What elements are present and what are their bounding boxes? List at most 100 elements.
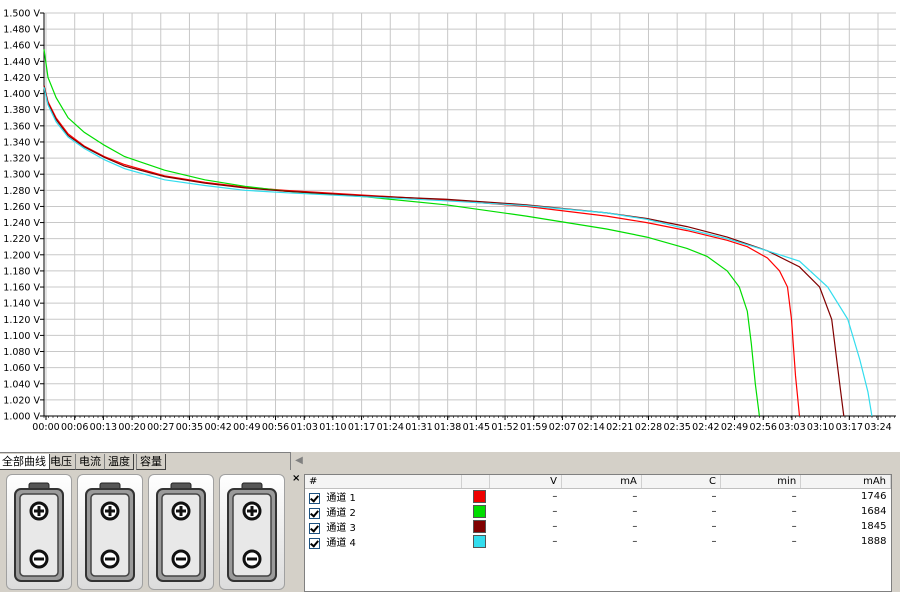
col-temp[interactable]: C — [641, 475, 722, 489]
channel-color-swatch — [472, 505, 486, 518]
channel-name: 通道 3 — [326, 523, 356, 534]
battery-tile-4[interactable] — [219, 474, 285, 590]
color-cell — [461, 489, 489, 505]
current-cell: – — [632, 536, 638, 547]
capacity-cell: 1845 — [861, 521, 887, 532]
x-tick-label: 02:14 — [577, 422, 604, 433]
capacity-cell: 1746 — [861, 491, 887, 502]
channel-cell[interactable]: 通道 2 — [305, 504, 461, 519]
x-tick-label: 00:13 — [90, 422, 117, 433]
bottom-panel: 全部曲线 电压 电流 温度 容量 ◀ × # V mA C min mAh 通道… — [0, 452, 900, 592]
tab-voltage[interactable]: 电压 — [46, 454, 76, 470]
curve-tabs: 全部曲线 电压 电流 温度 容量 — [0, 452, 290, 471]
y-tick-label: 1.240 V — [3, 218, 40, 229]
y-tick-label: 1.140 V — [3, 299, 40, 310]
col-voltage[interactable]: V — [489, 475, 562, 489]
channel-checkbox[interactable] — [309, 492, 320, 504]
y-tick-label: 1.220 V — [3, 234, 40, 245]
channel-name: 通道 4 — [326, 538, 356, 549]
x-tick-label: 00:49 — [233, 422, 260, 433]
tab-scroll-left-button[interactable]: ◀ — [290, 452, 307, 470]
plot-area[interactable] — [44, 13, 896, 416]
y-tick-label: 1.000 V — [3, 412, 40, 423]
y-tick-label: 1.480 V — [3, 25, 40, 36]
x-tick-label: 01:38 — [434, 422, 461, 433]
temp-cell: – — [711, 521, 717, 532]
tab-current[interactable]: 电流 — [75, 454, 105, 470]
y-tick-label: 1.400 V — [3, 89, 40, 100]
channel-table: # V mA C min mAh 通道 1 – – – – 1746 通道 2 – – – – 16… — [304, 474, 892, 592]
y-tick-label: 1.440 V — [3, 57, 40, 68]
x-tick-label: 00:42 — [204, 422, 231, 433]
channel-color-swatch — [472, 520, 486, 533]
y-tick-label: 1.200 V — [3, 250, 40, 261]
y-tick-label: 1.040 V — [3, 379, 40, 390]
channel-cell[interactable]: 通道 3 — [305, 519, 461, 534]
battery-tile-1[interactable] — [6, 474, 72, 590]
voltage-chart-area[interactable]: 1.500 V 1.480 V 1.460 V 1.440 V 1.420 V 1.400… — [0, 0, 900, 452]
tab-all-curves[interactable]: 全部曲线 — [0, 454, 50, 470]
col-color[interactable] — [461, 475, 491, 489]
y-tick-label: 1.460 V — [3, 41, 40, 52]
channel-checkbox[interactable] — [309, 537, 320, 549]
voltage-chart[interactable]: 1.500 V 1.480 V 1.460 V 1.440 V 1.420 V 1.400… — [0, 0, 900, 452]
voltage-cell: – — [552, 536, 558, 547]
color-cell — [461, 534, 489, 549]
color-cell — [461, 504, 489, 519]
current-cell: – — [632, 491, 638, 502]
current-cell: – — [632, 506, 638, 517]
table-header-row: # V mA C min mAh — [305, 475, 891, 489]
table-row[interactable]: 通道 4 – – – – 1888 — [305, 534, 891, 549]
y-tick-label: 1.020 V — [3, 395, 40, 406]
battery-tile-2[interactable] — [77, 474, 143, 590]
y-tick-label: 1.120 V — [3, 315, 40, 326]
tab-capacity[interactable]: 容量 — [136, 454, 166, 470]
channel-cell[interactable]: 通道 1 — [305, 489, 461, 504]
x-tick-label: 01:31 — [405, 422, 432, 433]
y-tick-label: 1.100 V — [3, 331, 40, 342]
y-tick-label: 1.300 V — [3, 170, 40, 181]
channel-name: 通道 1 — [326, 493, 356, 504]
x-tick-label: 01:17 — [348, 422, 375, 433]
capacity-cell: 1888 — [861, 536, 887, 547]
x-tick-label: 02:21 — [606, 422, 633, 433]
minutes-cell: – — [791, 491, 797, 502]
channel-color-swatch — [472, 490, 486, 503]
battery-tile-3[interactable] — [148, 474, 214, 590]
minutes-cell: – — [791, 506, 797, 517]
x-tick-label: 03:24 — [864, 422, 891, 433]
battery-icon — [227, 482, 277, 582]
x-tick-label: 00:35 — [176, 422, 203, 433]
col-capacity[interactable]: mAh — [800, 475, 891, 489]
minutes-cell: – — [791, 536, 797, 547]
x-tick-label: 01:03 — [291, 422, 318, 433]
tab-temperature[interactable]: 温度 — [104, 454, 134, 470]
y-tick-label: 1.180 V — [3, 266, 40, 277]
channel-checkbox[interactable] — [309, 522, 320, 534]
y-tick-label: 1.380 V — [3, 105, 40, 116]
battery-icon — [85, 482, 135, 582]
table-row[interactable]: 通道 1 – – – – 1746 — [305, 489, 891, 505]
table-row[interactable]: 通道 3 – – – – 1845 — [305, 519, 891, 534]
battery-icon — [156, 482, 206, 582]
temp-cell: – — [711, 536, 717, 547]
channel-cell[interactable]: 通道 4 — [305, 534, 461, 549]
col-minutes[interactable]: min — [720, 475, 802, 489]
table-row[interactable]: 通道 2 – – – – 1684 — [305, 504, 891, 519]
close-panel-button[interactable]: × — [292, 474, 302, 484]
channel-checkbox[interactable] — [309, 507, 320, 519]
y-tick-label: 1.360 V — [3, 121, 40, 132]
y-tick-label: 1.160 V — [3, 283, 40, 294]
y-tick-label: 1.320 V — [3, 154, 40, 165]
y-tick-label: 1.280 V — [3, 186, 40, 197]
col-hash[interactable]: # — [305, 475, 462, 489]
col-current[interactable]: mA — [561, 475, 642, 489]
x-tick-label: 01:59 — [520, 422, 547, 433]
x-tick-label: 01:45 — [463, 422, 490, 433]
y-tick-label: 1.500 V — [3, 9, 40, 20]
x-tick-label: 03:17 — [836, 422, 863, 433]
temp-cell: – — [711, 506, 717, 517]
x-tick-label: 00:00 — [32, 422, 59, 433]
capacity-cell: 1684 — [861, 506, 887, 517]
voltage-cell: – — [552, 491, 558, 502]
